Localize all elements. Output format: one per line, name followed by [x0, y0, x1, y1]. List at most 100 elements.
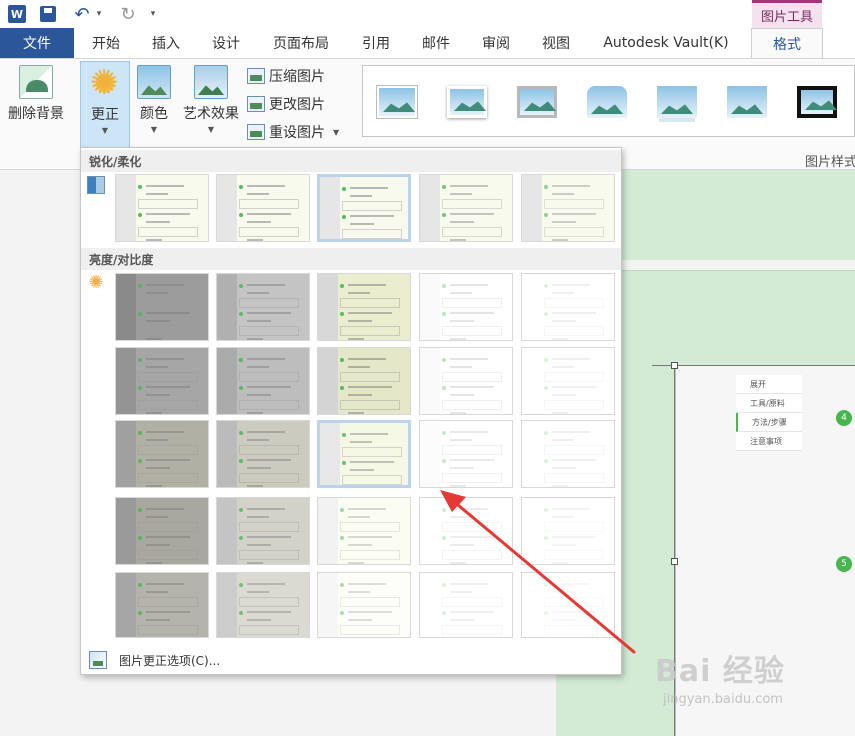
thumbnail-line: [146, 459, 190, 461]
thumbnail-box: [138, 298, 198, 308]
correction-preview-thumbnail[interactable]: [317, 347, 411, 415]
correction-preview-thumbnail[interactable]: [317, 273, 411, 341]
correction-preview-thumbnail[interactable]: [317, 174, 411, 242]
correction-preview-thumbnail[interactable]: [419, 273, 513, 341]
tab-page-layout[interactable]: 页面布局: [262, 28, 340, 58]
correction-preview-thumbnail[interactable]: [115, 273, 209, 341]
thumbnail-line: [552, 312, 596, 314]
tab-home[interactable]: 开始: [80, 28, 132, 58]
thumbnail-sidebar: [320, 423, 340, 485]
tab-mailings[interactable]: 邮件: [410, 28, 462, 58]
correction-preview-thumbnail[interactable]: [521, 347, 615, 415]
tab-file[interactable]: 文件: [0, 28, 74, 58]
thumbnail-box: [138, 372, 198, 382]
picture-style-option[interactable]: [587, 86, 627, 118]
tab-design[interactable]: 设计: [200, 28, 252, 58]
correction-preview-thumbnail[interactable]: [115, 497, 209, 565]
thumbnail-line: [247, 611, 291, 613]
picture-style-option[interactable]: [517, 86, 557, 118]
corrections-button[interactable]: 更正 ▼: [80, 61, 130, 153]
thumbnail-line: [552, 338, 568, 340]
thumbnail-box: [442, 199, 502, 209]
thumbnail-sidebar: [420, 573, 440, 637]
thumbnail-dot: [544, 431, 548, 435]
correction-preview-thumbnail[interactable]: [317, 497, 411, 565]
thumbnail-dot: [138, 431, 142, 435]
thumbnail-line: [450, 239, 466, 241]
undo-icon[interactable]: ↶: [72, 4, 92, 25]
thumbnail-dot: [544, 459, 548, 463]
picture-style-option[interactable]: [447, 86, 487, 118]
document-side-list: 展开 工具/原料 方法/步骤 注意事项: [736, 375, 802, 451]
thumbnail-dot: [138, 611, 142, 615]
correction-preview-thumbnail[interactable]: [216, 572, 310, 638]
selection-handle[interactable]: [671, 362, 678, 369]
change-picture-button[interactable]: 更改图片: [247, 93, 325, 115]
picture-style-option[interactable]: [727, 86, 767, 118]
word-logo-icon[interactable]: W: [8, 5, 26, 23]
artistic-effects-button[interactable]: 艺术效果 ▼: [178, 65, 244, 134]
thumbnail-box: [138, 227, 198, 237]
thumbnail-line: [552, 467, 576, 469]
thumbnail-line: [247, 508, 285, 510]
thumbnail-line: [552, 611, 596, 613]
thumbnail-line: [450, 338, 466, 340]
correction-preview-thumbnail[interactable]: [419, 572, 513, 638]
picture-corrections-options-item[interactable]: 图片更正选项(C)...: [81, 646, 621, 674]
correction-preview-thumbnail[interactable]: [115, 174, 209, 242]
picture-style-option[interactable]: [797, 86, 837, 118]
correction-preview-thumbnail[interactable]: [521, 420, 615, 488]
correction-preview-thumbnail[interactable]: [216, 420, 310, 488]
thumbnail-dot: [442, 536, 446, 540]
thumbnail-line: [552, 358, 590, 360]
thumbnail-line: [350, 487, 366, 488]
remove-background-button[interactable]: 删除背景: [4, 65, 68, 123]
picture-style-option[interactable]: [657, 86, 697, 118]
correction-preview-thumbnail[interactable]: [419, 347, 513, 415]
correction-preview-thumbnail[interactable]: [216, 497, 310, 565]
thumbnail-dot: [239, 536, 243, 540]
tab-review[interactable]: 审阅: [470, 28, 522, 58]
picture-style-option[interactable]: [377, 86, 417, 118]
correction-preview-thumbnail[interactable]: [521, 273, 615, 341]
correction-preview-thumbnail[interactable]: [216, 174, 310, 242]
compress-pictures-button[interactable]: 压缩图片: [247, 65, 325, 87]
thumbnail-sidebar: [522, 421, 542, 487]
correction-preview-thumbnail[interactable]: [521, 497, 615, 565]
customize-qat-icon[interactable]: ▾: [148, 4, 158, 24]
thumbnail-content: [340, 280, 404, 340]
thumbnail-box: [340, 522, 400, 532]
color-button[interactable]: 颜色 ▼: [134, 65, 174, 134]
correction-preview-thumbnail[interactable]: [419, 497, 513, 565]
thumbnail-content: [239, 354, 303, 414]
reset-picture-button[interactable]: 重设图片 ▼: [247, 121, 339, 143]
thumbnail-box: [239, 550, 299, 560]
selection-handle[interactable]: [671, 558, 678, 565]
correction-preview-thumbnail[interactable]: [419, 174, 513, 242]
thumbnail-line: [350, 215, 394, 217]
tab-insert[interactable]: 插入: [140, 28, 192, 58]
thumbnail-line: [247, 562, 263, 564]
correction-preview-thumbnail[interactable]: [317, 420, 411, 488]
correction-preview-thumbnail[interactable]: [216, 273, 310, 341]
thumbnail-line: [146, 439, 168, 441]
redo-icon[interactable]: ↻: [118, 4, 138, 25]
correction-preview-thumbnail[interactable]: [115, 347, 209, 415]
correction-preview-thumbnail[interactable]: [419, 420, 513, 488]
correction-preview-thumbnail[interactable]: [115, 420, 209, 488]
thumbnail-line: [146, 637, 162, 638]
correction-preview-thumbnail[interactable]: [521, 572, 615, 638]
save-icon[interactable]: [40, 6, 56, 22]
tab-autodesk-vault[interactable]: Autodesk Vault(K): [590, 28, 742, 58]
correction-preview-thumbnail[interactable]: [521, 174, 615, 242]
correction-preview-thumbnail[interactable]: [216, 347, 310, 415]
undo-dropdown-icon[interactable]: ▾: [94, 4, 104, 24]
thumbnail-sidebar: [318, 573, 338, 637]
thumbnail-line: [552, 536, 596, 538]
thumbnail-box: [442, 625, 502, 635]
tab-view[interactable]: 视图: [530, 28, 582, 58]
correction-preview-thumbnail[interactable]: [115, 572, 209, 638]
tab-references[interactable]: 引用: [350, 28, 402, 58]
correction-preview-thumbnail[interactable]: [317, 572, 411, 638]
tab-format[interactable]: 格式: [751, 28, 823, 59]
